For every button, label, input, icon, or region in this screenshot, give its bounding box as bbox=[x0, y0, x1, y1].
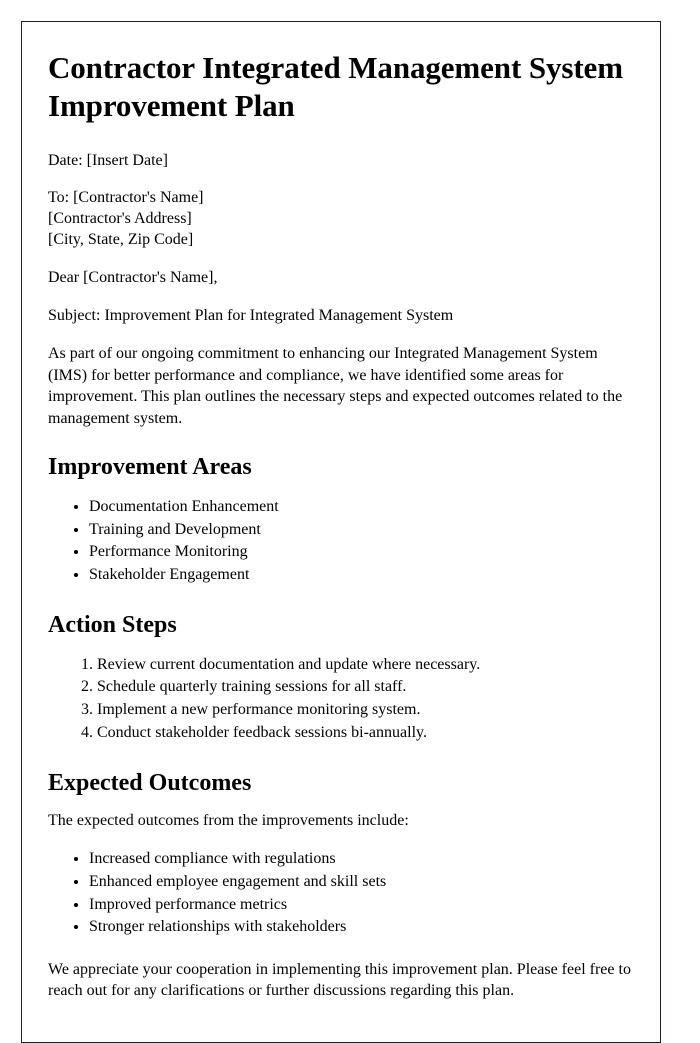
list-item: Training and Development bbox=[89, 519, 634, 542]
list-item: Conduct stakeholder feedback sessions bi… bbox=[97, 722, 634, 745]
improvement-areas-list: Documentation EnhancementTraining and De… bbox=[48, 496, 634, 587]
subject-line: Subject: Improvement Plan for Integrated… bbox=[48, 306, 454, 324]
list-item: Stronger relationships with stakeholders bbox=[89, 916, 634, 939]
date-line: Date: [Insert Date] bbox=[48, 151, 168, 169]
page-title: Contractor Integrated Management System … bbox=[48, 50, 623, 123]
list-item: Increased compliance with regulations bbox=[89, 848, 634, 871]
document-page: Contractor Integrated Management System … bbox=[21, 21, 661, 1043]
salutation: Dear [Contractor's Name], bbox=[48, 268, 218, 286]
section-heading-expected-outcomes: Expected Outcomes bbox=[48, 769, 252, 796]
section-heading-action-steps: Action Steps bbox=[48, 611, 177, 638]
list-item: Improved performance metrics bbox=[89, 894, 634, 917]
opening-paragraph: As part of our ongoing commitment to enh… bbox=[48, 345, 623, 427]
action-steps-list: Review current documentation and update … bbox=[48, 654, 634, 745]
expected-outcomes-intro: The expected outcomes from the improveme… bbox=[48, 812, 409, 830]
list-item: Documentation Enhancement bbox=[89, 496, 634, 519]
section-heading-improvement-areas: Improvement Areas bbox=[48, 454, 252, 481]
recipient-address-block: To: [Contractor's Name] [Contractor's Ad… bbox=[48, 188, 634, 250]
list-item: Review current documentation and update … bbox=[97, 654, 634, 677]
recipient-street-line: [Contractor's Address] bbox=[48, 210, 192, 228]
list-item: Schedule quarterly training sessions for… bbox=[97, 676, 634, 699]
expected-outcomes-list: Increased compliance with regulationsEnh… bbox=[48, 848, 634, 939]
list-item: Implement a new performance monitoring s… bbox=[97, 699, 634, 722]
recipient-name-line: To: [Contractor's Name] bbox=[48, 189, 204, 207]
list-item: Enhanced employee engagement and skill s… bbox=[89, 871, 634, 894]
recipient-city-state-zip-line: [City, State, Zip Code] bbox=[48, 231, 194, 249]
closing-paragraph: We appreciate your cooperation in implem… bbox=[48, 960, 631, 1000]
document-body: Contractor Integrated Management System … bbox=[22, 22, 660, 1042]
list-item: Performance Monitoring bbox=[89, 541, 634, 564]
list-item: Stakeholder Engagement bbox=[89, 564, 634, 587]
